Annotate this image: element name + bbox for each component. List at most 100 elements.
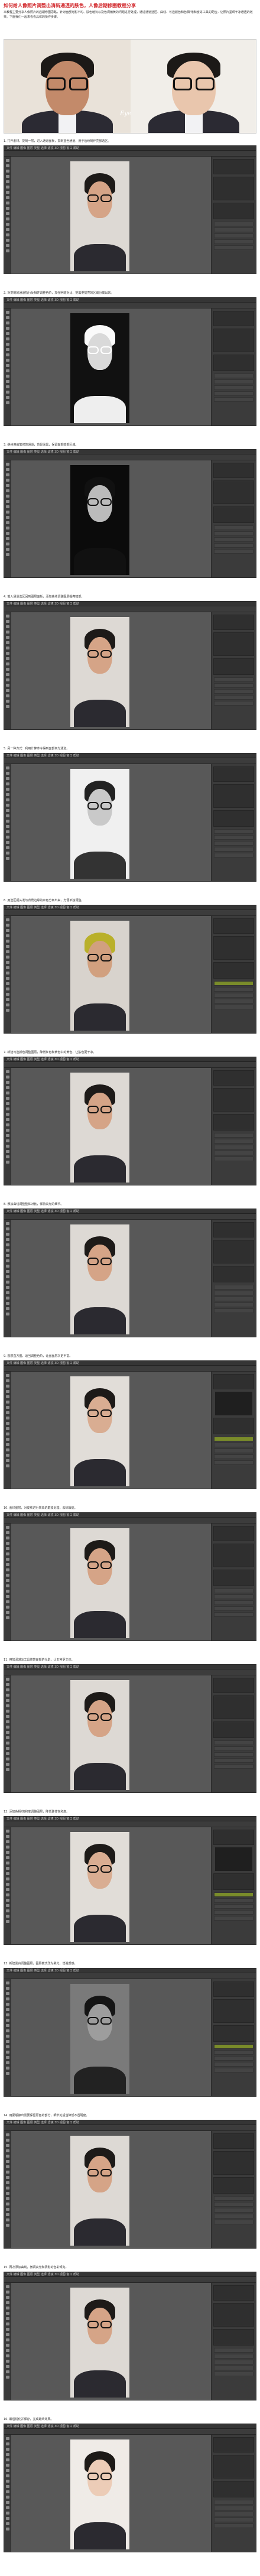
- tool-icon[interactable]: [6, 2213, 9, 2216]
- tool-icon[interactable]: [6, 2480, 9, 2483]
- tool-icon[interactable]: [6, 500, 9, 503]
- layer-row[interactable]: [214, 841, 254, 846]
- menu-bar[interactable]: 文件 编辑 图像 图层 类型 选择 滤镜 3D 视图 窗口 帮助: [4, 1057, 256, 1062]
- tool-icon[interactable]: [6, 1763, 9, 1766]
- layer-row[interactable]: [214, 2354, 254, 2359]
- tool-icon[interactable]: [6, 2501, 9, 2504]
- tool-icon[interactable]: [6, 1254, 9, 1257]
- tool-icon[interactable]: [6, 1134, 9, 1137]
- tool-icon[interactable]: [6, 852, 9, 855]
- tool-icon[interactable]: [6, 2448, 9, 2451]
- tool-icon[interactable]: [6, 950, 9, 953]
- tool-icon[interactable]: [6, 1286, 9, 1289]
- tool-icon[interactable]: [6, 2437, 9, 2440]
- document-photo[interactable]: [70, 769, 129, 879]
- layer-row[interactable]: [214, 2056, 254, 2061]
- layer-row[interactable]: [214, 1892, 254, 1897]
- layer-row[interactable]: [214, 829, 254, 834]
- tool-icon[interactable]: [6, 1704, 9, 1707]
- layer-row[interactable]: [214, 537, 254, 542]
- layer-row[interactable]: [214, 2360, 254, 2364]
- tool-icon[interactable]: [6, 977, 9, 980]
- tool-icon[interactable]: [6, 918, 9, 921]
- layer-row[interactable]: [214, 2208, 254, 2213]
- layer-row[interactable]: [214, 543, 254, 548]
- tool-icon[interactable]: [6, 1726, 9, 1729]
- tool-icon[interactable]: [6, 2051, 9, 2054]
- tool-icon[interactable]: [6, 2165, 9, 2168]
- layer-row[interactable]: [214, 1443, 254, 1447]
- tool-icon[interactable]: [6, 1464, 9, 1467]
- tool-icon[interactable]: [6, 1113, 9, 1116]
- tool-icon[interactable]: [6, 537, 9, 540]
- tool-icon[interactable]: [6, 316, 9, 319]
- tool-icon[interactable]: [6, 2208, 9, 2211]
- tool-icon[interactable]: [6, 678, 9, 681]
- tool-icon[interactable]: [6, 1835, 9, 1838]
- layer-row[interactable]: [214, 2050, 254, 2055]
- tool-icon[interactable]: [6, 369, 9, 372]
- tool-icon[interactable]: [6, 1003, 9, 1006]
- layer-row[interactable]: [214, 701, 254, 706]
- tool-icon[interactable]: [6, 940, 9, 943]
- tool-icon[interactable]: [6, 385, 9, 388]
- tool-icon[interactable]: [6, 1281, 9, 1284]
- document-photo[interactable]: [70, 2136, 129, 2246]
- tool-icon[interactable]: [6, 1417, 9, 1419]
- tool-icon[interactable]: [6, 2296, 9, 2299]
- tool-icon[interactable]: [6, 641, 9, 644]
- tool-icon[interactable]: [6, 463, 9, 466]
- tool-icon[interactable]: [6, 2490, 9, 2493]
- document-photo[interactable]: [70, 1832, 129, 1942]
- menu-bar[interactable]: 文件 编辑 图像 图层 类型 选择 滤镜 3D 视图 窗口 帮助: [4, 1209, 256, 1214]
- tool-icon[interactable]: [6, 2370, 9, 2373]
- tool-icon[interactable]: [6, 2019, 9, 2022]
- tool-icon[interactable]: [6, 700, 9, 703]
- tool-icon[interactable]: [6, 2056, 9, 2059]
- menu-bar[interactable]: 文件 编辑 图像 图层 类型 选择 滤镜 3D 视图 窗口 帮助: [4, 2424, 256, 2429]
- tool-icon[interactable]: [6, 2338, 9, 2341]
- layer-row[interactable]: [214, 999, 254, 1003]
- layer-row[interactable]: [214, 2068, 254, 2073]
- tool-icon[interactable]: [6, 233, 9, 236]
- tool-icon[interactable]: [6, 1270, 9, 1273]
- tool-icon[interactable]: [6, 1422, 9, 1425]
- tool-icon[interactable]: [6, 521, 9, 524]
- tool-icon[interactable]: [6, 1259, 9, 1262]
- tool-icon[interactable]: [6, 2218, 9, 2221]
- layer-row[interactable]: [214, 2196, 254, 2201]
- tool-icon[interactable]: [6, 1438, 9, 1441]
- tool-icon[interactable]: [6, 924, 9, 927]
- tool-icon[interactable]: [6, 1981, 9, 1984]
- layer-row[interactable]: [214, 1898, 254, 1903]
- tool-icon[interactable]: [6, 207, 9, 210]
- tool-icon[interactable]: [6, 170, 9, 173]
- layer-row[interactable]: [214, 1005, 254, 1009]
- tool-icon[interactable]: [6, 1443, 9, 1446]
- tool-icon[interactable]: [6, 1694, 9, 1697]
- tool-icon[interactable]: [6, 2139, 9, 2142]
- layer-row[interactable]: [214, 1740, 254, 1745]
- tool-icon[interactable]: [6, 2045, 9, 2048]
- tool-icon[interactable]: [6, 1454, 9, 1457]
- layer-row[interactable]: [214, 853, 254, 857]
- tool-icon[interactable]: [6, 484, 9, 487]
- tool-icon[interactable]: [6, 159, 9, 162]
- tool-icon[interactable]: [6, 846, 9, 849]
- layer-row[interactable]: [214, 379, 254, 384]
- tool-icon[interactable]: [6, 548, 9, 551]
- tool-icon[interactable]: [6, 1390, 9, 1393]
- tool-icon[interactable]: [6, 1997, 9, 2000]
- layer-row[interactable]: [214, 222, 254, 226]
- tool-icon[interactable]: [6, 987, 9, 990]
- tool-icon[interactable]: [6, 532, 9, 535]
- tool-icon[interactable]: [6, 191, 9, 194]
- menu-bar[interactable]: 文件 编辑 图像 图层 类型 选择 滤镜 3D 视图 窗口 帮助: [4, 450, 256, 454]
- document-photo[interactable]: [70, 1984, 129, 2094]
- tool-icon[interactable]: [6, 1736, 9, 1739]
- tool-icon[interactable]: [6, 836, 9, 839]
- tool-icon[interactable]: [6, 620, 9, 623]
- layer-row[interactable]: [214, 531, 254, 536]
- tool-icon[interactable]: [6, 636, 9, 639]
- tool-icon[interactable]: [6, 2474, 9, 2477]
